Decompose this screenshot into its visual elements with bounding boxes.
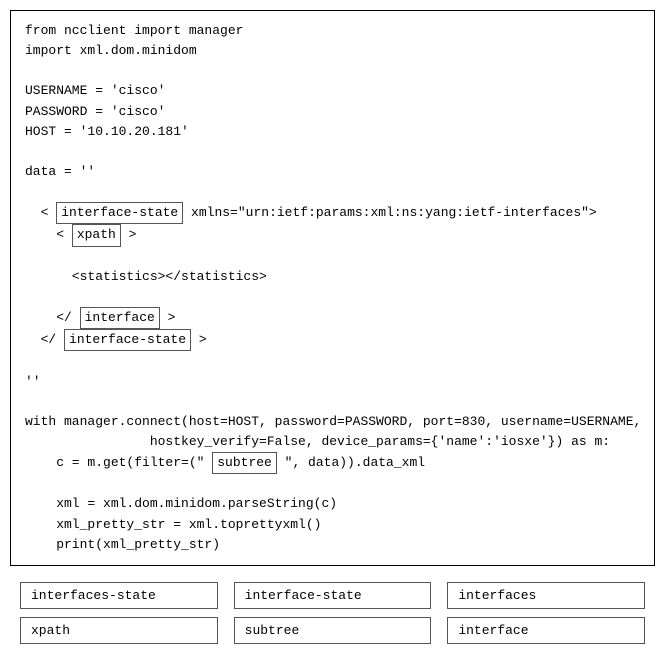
code-line-1: from ncclient import manager — [25, 21, 640, 41]
code-connect-2: hostkey_verify=False, device_params={'na… — [25, 432, 640, 452]
interface-state-box[interactable]: interface-state — [56, 202, 183, 224]
code-line-6: HOST = '10.10.20.181' — [25, 122, 640, 142]
code-xml-1: xml = xml.dom.minidom.parseString(c) — [25, 494, 640, 514]
code-interface-close: </ interface > — [25, 307, 640, 329]
code-mget-line: c = m.get(filter=(" subtree ", data)).da… — [25, 452, 640, 474]
interface-state-box-2[interactable]: interface-state — [64, 329, 191, 351]
code-xpath-line: < xpath > — [25, 224, 640, 246]
code-line-4: USERNAME = 'cisco' — [25, 81, 640, 101]
code-line-5: PASSWORD = 'cisco' — [25, 102, 640, 122]
code-blank-2 — [25, 142, 640, 162]
btn-interface[interactable]: interface — [447, 617, 645, 644]
code-blank-1 — [25, 61, 640, 81]
btn-xpath[interactable]: xpath — [20, 617, 218, 644]
interface-box[interactable]: interface — [80, 307, 160, 329]
code-data-close: '' — [25, 372, 640, 392]
xpath-box[interactable]: xpath — [72, 224, 121, 246]
code-line-2: import xml.dom.minidom — [25, 41, 640, 61]
btn-interfaces-state[interactable]: interfaces-state — [20, 582, 218, 609]
subtree-box[interactable]: subtree — [212, 452, 277, 474]
code-blank-6 — [25, 351, 640, 371]
code-blank-3 — [25, 182, 640, 202]
code-interface-state-close: </ interface-state > — [25, 329, 640, 351]
code-connect-1: with manager.connect(host=HOST, password… — [25, 412, 640, 432]
code-blank-4 — [25, 247, 640, 267]
btn-subtree[interactable]: subtree — [234, 617, 432, 644]
button-grid: interfaces-state interface-state interfa… — [10, 582, 655, 644]
code-block: from ncclient import manager import xml.… — [10, 10, 655, 566]
code-line-8: data = '' — [25, 162, 640, 182]
code-xml-2: xml_pretty_str = xml.toprettyxml() — [25, 515, 640, 535]
btn-interface-state[interactable]: interface-state — [234, 582, 432, 609]
code-blank-8 — [25, 474, 640, 494]
btn-interfaces[interactable]: interfaces — [447, 582, 645, 609]
code-blank-7 — [25, 392, 640, 412]
code-statistics: <statistics></statistics> — [25, 267, 640, 287]
code-interface-state-open: < interface-state xmlns="urn:ietf:params… — [25, 202, 640, 224]
code-xml-3: print(xml_pretty_str) — [25, 535, 640, 555]
code-blank-5 — [25, 287, 640, 307]
